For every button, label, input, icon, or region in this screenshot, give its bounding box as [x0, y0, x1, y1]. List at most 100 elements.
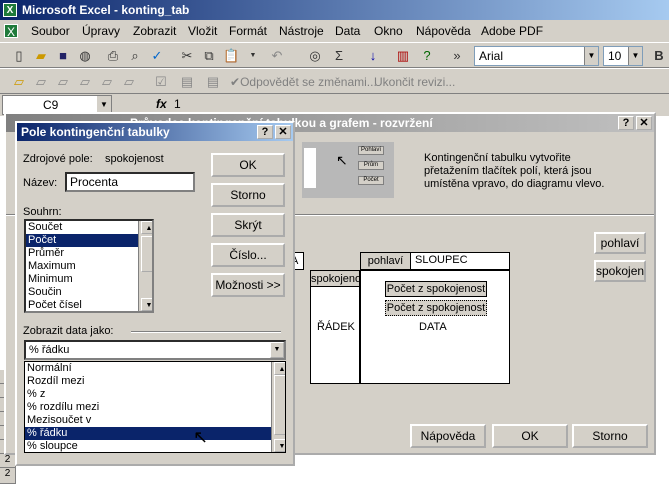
- close-button[interactable]: ✕: [636, 116, 652, 130]
- menu-adobe-pdf[interactable]: Adobe PDF: [481, 24, 543, 38]
- list-item[interactable]: % řádku: [25, 427, 285, 440]
- column-area[interactable]: pohlaví SLOUPEC: [360, 252, 510, 270]
- scroll-down-icon[interactable]: ▼: [141, 298, 152, 311]
- prev-comment-icon[interactable]: ▱: [32, 73, 50, 91]
- field-button-spokojenost[interactable]: spokojeno: [311, 271, 359, 287]
- options-button[interactable]: Možnosti >>: [211, 273, 285, 297]
- cut-icon[interactable]: ✂: [178, 47, 196, 65]
- scroll-up-icon[interactable]: ▲: [274, 362, 285, 375]
- cancel-button[interactable]: Storno: [211, 183, 285, 207]
- list-item[interactable]: Minimum: [26, 273, 152, 286]
- cancel-button[interactable]: Storno: [572, 424, 648, 448]
- ok-button[interactable]: OK: [492, 424, 568, 448]
- row-area[interactable]: spokojeno ŘÁDEK: [310, 270, 360, 384]
- scroll-thumb[interactable]: [274, 375, 285, 435]
- help-button[interactable]: Nápověda: [410, 424, 486, 448]
- fx-icon[interactable]: fx: [156, 97, 167, 111]
- menu-data[interactable]: Data: [335, 24, 360, 38]
- sort-ascending-icon[interactable]: ↓: [364, 47, 382, 65]
- field-spokojenost-button[interactable]: spokojeno: [594, 260, 646, 282]
- layout-preview-image: ↖ Pohlaví Prům Počet: [302, 142, 394, 198]
- show-comment-icon[interactable]: ▱: [76, 73, 94, 91]
- toolbar-options-icon[interactable]: »: [448, 47, 466, 65]
- undo-icon[interactable]: ↶: [268, 47, 286, 65]
- menu-okno[interactable]: Okno: [374, 24, 403, 38]
- field-pohlavi-button[interactable]: pohlaví: [594, 232, 646, 254]
- hide-button[interactable]: Skrýt: [211, 213, 285, 237]
- track-changes-icon[interactable]: ☑: [152, 73, 170, 91]
- print-icon[interactable]: ⎙: [104, 47, 122, 65]
- delete-comment-icon[interactable]: ▱: [120, 73, 138, 91]
- name-input[interactable]: Procenta: [65, 172, 195, 192]
- close-button[interactable]: ✕: [275, 125, 291, 139]
- menu-vlozit[interactable]: Vložit: [188, 24, 217, 38]
- send-icon[interactable]: ▤: [178, 73, 196, 91]
- menu-napoveda[interactable]: Nápověda: [416, 24, 471, 38]
- scroll-thumb[interactable]: [141, 236, 152, 272]
- font-size-combo[interactable]: 10 ▼: [603, 46, 643, 66]
- chevron-down-icon[interactable]: ▼: [628, 47, 642, 65]
- formula-value[interactable]: 1: [174, 97, 181, 111]
- data-field-button[interactable]: Počet z spokojenost: [385, 300, 487, 316]
- reply-with-changes[interactable]: ✔Odpovědět se změnami...: [230, 75, 377, 89]
- show-all-comments-icon[interactable]: ▱: [98, 73, 116, 91]
- font-name-combo[interactable]: Arial ▼: [474, 46, 599, 66]
- menu-soubor[interactable]: Soubor: [31, 24, 70, 38]
- menu-upravy[interactable]: Úpravy: [82, 24, 120, 38]
- list-item[interactable]: Maximum: [26, 260, 152, 273]
- new-icon[interactable]: ▯: [10, 47, 28, 65]
- scrollbar[interactable]: ▲ ▼: [271, 362, 285, 452]
- list-item[interactable]: Průměr: [26, 247, 152, 260]
- chart-wizard-icon[interactable]: ▥: [394, 47, 412, 65]
- list-item[interactable]: Rozdíl mezi: [25, 375, 285, 388]
- show-data-as-select[interactable]: % řádku ▼: [24, 340, 286, 360]
- new-comment-icon[interactable]: ▱: [10, 73, 28, 91]
- preview-btn: Počet: [358, 176, 384, 185]
- ok-button[interactable]: OK: [211, 153, 285, 177]
- list-item[interactable]: Mezisoučet v: [25, 414, 285, 427]
- save-icon[interactable]: ■: [54, 47, 72, 65]
- scrollbar[interactable]: ▲ ▼: [138, 221, 152, 311]
- summary-list[interactable]: Součet Počet Průměr Maximum Minimum Souč…: [24, 219, 154, 313]
- field-button-pohlavi[interactable]: pohlaví: [361, 253, 411, 269]
- end-review[interactable]: Ukončit revizi...: [374, 75, 455, 89]
- permission-icon[interactable]: ◍: [76, 47, 94, 65]
- row-header[interactable]: 2: [0, 468, 16, 484]
- help-title-button[interactable]: ?: [257, 125, 273, 139]
- bold-button[interactable]: B: [650, 47, 668, 65]
- menu-format[interactable]: Formát: [229, 24, 267, 38]
- review-icon[interactable]: ▤: [204, 73, 222, 91]
- print-preview-icon[interactable]: ⌕: [126, 47, 144, 65]
- list-item[interactable]: Počet čísel: [26, 299, 152, 311]
- copy-icon[interactable]: ⧉: [200, 47, 218, 65]
- next-comment-icon[interactable]: ▱: [54, 73, 72, 91]
- row-header[interactable]: 2: [0, 454, 16, 468]
- menu-zobrazit[interactable]: Zobrazit: [133, 24, 176, 38]
- autosum-icon[interactable]: Σ: [330, 47, 348, 65]
- list-item[interactable]: % z: [25, 388, 285, 401]
- scroll-up-icon[interactable]: ▲: [141, 221, 152, 234]
- window-title-bar: X Microsoft Excel - konting_tab: [0, 0, 669, 20]
- workbook-icon[interactable]: X: [4, 24, 18, 39]
- paste-icon[interactable]: 📋: [222, 47, 240, 65]
- scroll-down-icon[interactable]: ▼: [274, 439, 285, 452]
- list-item[interactable]: Součin: [26, 286, 152, 299]
- list-item[interactable]: % rozdílu mezi: [25, 401, 285, 414]
- list-item[interactable]: Normální: [25, 362, 285, 375]
- list-item[interactable]: % sloupce: [25, 440, 285, 452]
- menu-nastroje[interactable]: Nástroje: [279, 24, 324, 38]
- open-icon[interactable]: ▰: [32, 47, 50, 65]
- help-icon[interactable]: ?: [418, 47, 436, 65]
- paste-dropdown-icon[interactable]: ▼: [244, 47, 262, 65]
- list-item[interactable]: Součet: [26, 221, 152, 234]
- number-format-button[interactable]: Číslo...: [211, 243, 285, 267]
- spelling-icon[interactable]: ✓: [148, 47, 166, 65]
- hyperlink-icon[interactable]: ◎: [306, 47, 324, 65]
- data-area[interactable]: Počet z spokojenost Počet z spokojenost …: [360, 270, 510, 384]
- help-title-button[interactable]: ?: [618, 116, 634, 130]
- list-item[interactable]: Počet: [26, 234, 152, 247]
- chevron-down-icon[interactable]: ▼: [584, 47, 598, 65]
- data-field-button[interactable]: Počet z spokojenost: [385, 281, 487, 297]
- chevron-down-icon[interactable]: ▼: [270, 342, 284, 358]
- show-data-as-dropdown[interactable]: Normální Rozdíl mezi % z % rozdílu mezi …: [24, 361, 286, 453]
